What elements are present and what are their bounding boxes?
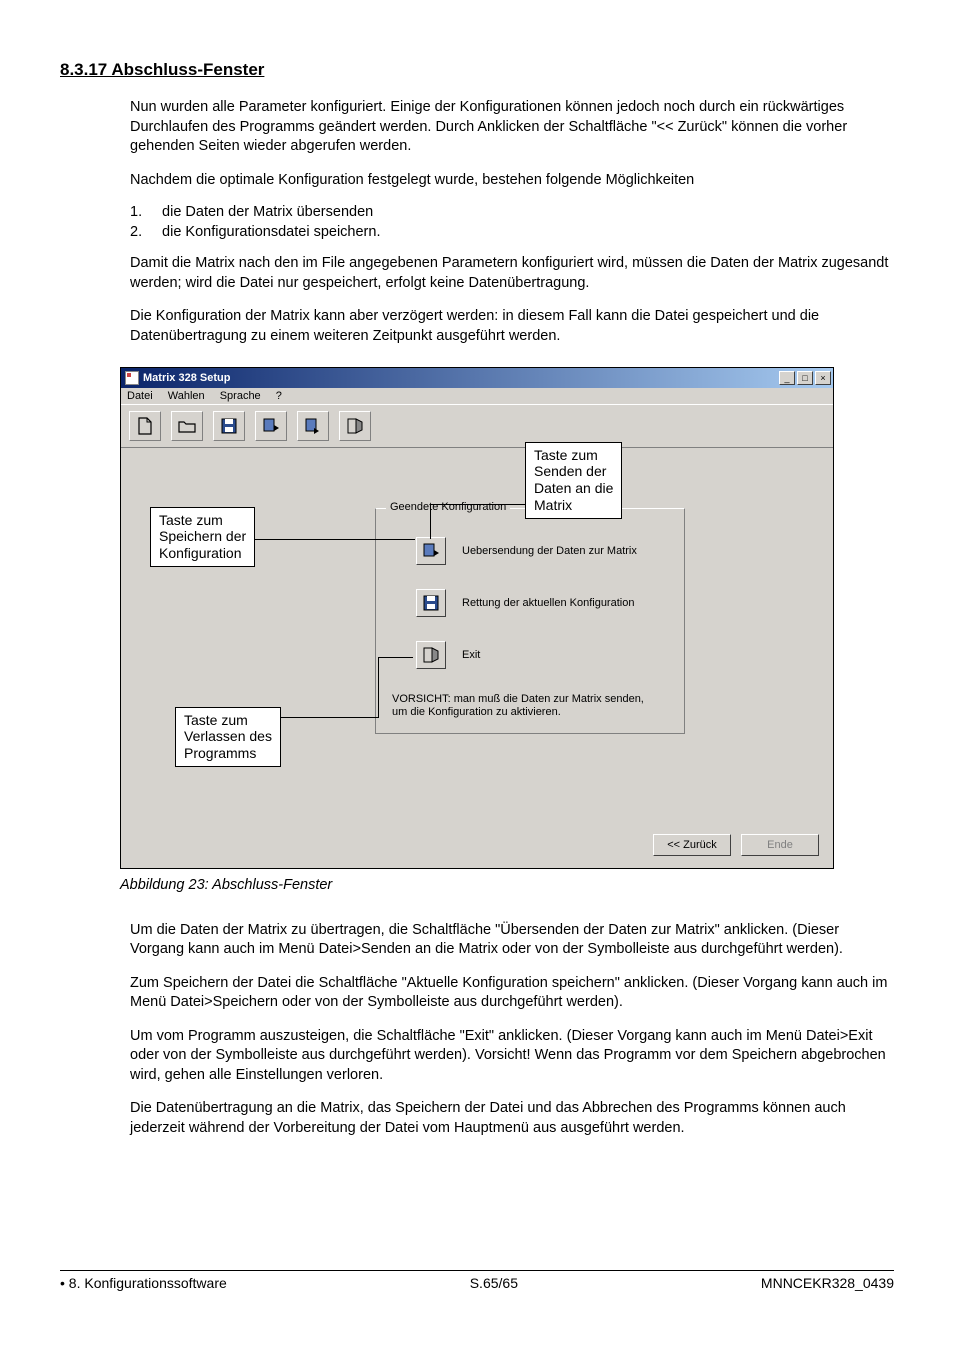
callout-save: Taste zum Speichern der Konfiguration: [150, 507, 255, 567]
maximize-button[interactable]: □: [797, 371, 813, 385]
paragraph: Die Konfiguration der Matrix kann aber v…: [130, 307, 894, 346]
action-row: Rettung der aktuellen Konfiguration: [416, 589, 670, 617]
window-title: Matrix 328 Setup: [143, 372, 777, 384]
footer-left: • 8. Konfigurationssoftware: [60, 1275, 227, 1291]
page-footer: • 8. Konfigurationssoftware S.65/65 MNNC…: [60, 1270, 894, 1291]
end-button: Ende: [741, 834, 819, 856]
save-config-label: Rettung der aktuellen Konfiguration: [462, 597, 634, 609]
menu-select[interactable]: Wahlen: [168, 390, 205, 402]
list-number: 1.: [130, 204, 158, 220]
callout-send: Taste zum Senden der Daten an die Matrix: [525, 442, 622, 519]
paragraph: Nun wurden alle Parameter konfiguriert. …: [130, 98, 894, 157]
finished-config-group: Geendete Konfiguration Uebersendung der …: [375, 508, 685, 734]
save-config-button[interactable]: [416, 589, 446, 617]
figure-caption: Abbildung 23: Abschluss-Fenster: [120, 877, 894, 893]
menubar: Datei Wahlen Sprache ?: [121, 388, 833, 405]
open-folder-icon: [177, 416, 197, 436]
app-window: Matrix 328 Setup _ □ × Datei Wahlen Spra…: [120, 367, 834, 869]
exit-button[interactable]: [416, 641, 446, 669]
exit-icon: [345, 416, 365, 436]
send-data-button[interactable]: [416, 537, 446, 565]
paragraph: Die Datenübertragung an die Matrix, das …: [130, 1099, 894, 1138]
toolbar-exit-button[interactable]: [339, 411, 371, 441]
toolbar-open-button[interactable]: [171, 411, 203, 441]
new-file-icon: [135, 416, 155, 436]
exit-label: Exit: [462, 649, 480, 661]
menu-help[interactable]: ?: [276, 390, 282, 402]
toolbar: [121, 405, 833, 448]
list-item: 2. die Konfigurationsdatei speichern.: [130, 224, 894, 240]
send-icon: [261, 416, 281, 436]
exit-icon: [421, 645, 441, 665]
toolbar-save-button[interactable]: [213, 411, 245, 441]
save-icon: [421, 593, 441, 613]
list-number: 2.: [130, 224, 158, 240]
paragraph: Damit die Matrix nach den im File angege…: [130, 254, 894, 293]
paragraph: Nachdem die optimale Konfiguration festg…: [130, 171, 894, 191]
titlebar: Matrix 328 Setup _ □ ×: [121, 368, 833, 388]
send-alt-icon: [303, 416, 323, 436]
save-icon: [219, 416, 239, 436]
toolbar-send2-button[interactable]: [297, 411, 329, 441]
paragraph: Um vom Programm auszusteigen, die Schalt…: [130, 1027, 894, 1086]
list-text: die Daten der Matrix übersenden: [162, 204, 373, 220]
app-icon: [125, 371, 139, 385]
group-legend: Geendete Konfiguration: [386, 501, 510, 513]
back-button[interactable]: << Zurück: [653, 834, 731, 856]
list-item: 1. die Daten der Matrix übersenden: [130, 204, 894, 220]
figure: Taste zum Speichern der Konfiguration Ta…: [120, 367, 834, 869]
section-heading: 8.3.17 Abschluss-Fenster: [60, 60, 894, 80]
callout-exit: Taste zum Verlassen des Programms: [175, 707, 281, 767]
send-data-label: Uebersendung der Daten zur Matrix: [462, 545, 637, 557]
action-row: Exit: [416, 641, 670, 669]
minimize-button[interactable]: _: [779, 371, 795, 385]
toolbar-send-button[interactable]: [255, 411, 287, 441]
footer-center: S.65/65: [470, 1275, 518, 1291]
menu-language[interactable]: Sprache: [220, 390, 261, 402]
warning-text: VORSICHT: man muß die Daten zur Matrix s…: [392, 693, 670, 719]
send-icon: [421, 541, 441, 561]
close-button[interactable]: ×: [815, 371, 831, 385]
ordered-list: 1. die Daten der Matrix übersenden 2. di…: [130, 204, 894, 240]
action-row: Uebersendung der Daten zur Matrix: [416, 537, 670, 565]
wizard-nav: << Zurück Ende: [653, 834, 819, 856]
menu-file[interactable]: Datei: [127, 390, 153, 402]
paragraph: Um die Daten der Matrix zu übertragen, d…: [130, 921, 894, 960]
list-text: die Konfigurationsdatei speichern.: [162, 224, 380, 240]
toolbar-new-button[interactable]: [129, 411, 161, 441]
paragraph: Zum Speichern der Datei die Schaltfläche…: [130, 974, 894, 1013]
footer-right: MNNCEKR328_0439: [761, 1275, 894, 1291]
